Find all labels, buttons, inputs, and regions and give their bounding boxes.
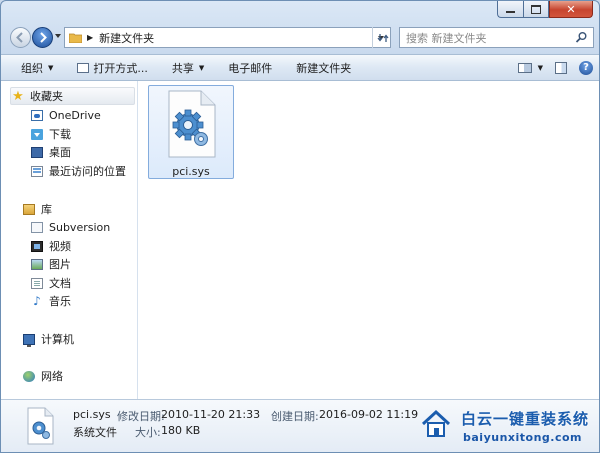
nav-item-label: 最近访问的位置 xyxy=(49,165,126,178)
back-button[interactable] xyxy=(10,27,31,48)
nav-item-label: 文档 xyxy=(49,277,71,290)
system-file-gear-icon xyxy=(168,90,216,158)
refresh-button[interactable] xyxy=(372,27,392,48)
downloads-icon xyxy=(31,128,43,140)
forward-arrow-icon xyxy=(40,32,47,43)
explorer-window: ✕ ▶ 新建文件夹 搜索 新建文件夹 组织 ▼ 打开方式... 共享 ▼ 电子邮… xyxy=(0,0,600,453)
search-box[interactable]: 搜索 新建文件夹 xyxy=(399,27,594,48)
command-bar: 组织 ▼ 打开方式... 共享 ▼ 电子邮件 新建文件夹 ▼ ? xyxy=(1,54,599,81)
watermark-url: baiyunxitong.com xyxy=(463,431,583,444)
nav-network[interactable]: 网络 xyxy=(23,367,63,385)
details-file-type: 系统文件 xyxy=(73,426,117,439)
star-icon: ★ xyxy=(12,88,24,104)
nav-item-label: OneDrive xyxy=(49,108,101,122)
nav-computer[interactable]: 计算机 xyxy=(23,330,74,348)
breadcrumb-separator-icon[interactable]: ▶ xyxy=(87,33,93,42)
minimize-icon xyxy=(506,10,515,13)
open-with-label: 打开方式... xyxy=(93,61,148,75)
watermark-title: 白云一键重装系统 xyxy=(461,410,590,428)
details-modified-label: 修改日期: xyxy=(117,410,165,423)
details-size-label: 大小: xyxy=(135,426,161,439)
view-options-dropdown-icon[interactable]: ▼ xyxy=(538,64,543,72)
nav-item-label: 音乐 xyxy=(49,295,71,308)
folder-icon xyxy=(68,32,83,44)
pictures-icon xyxy=(31,258,43,270)
nav-libraries[interactable]: 库 xyxy=(23,200,52,218)
email-label: 电子邮件 xyxy=(228,61,273,75)
nav-libraries-label: 库 xyxy=(41,203,52,216)
nav-item-downloads[interactable]: 下载 xyxy=(31,125,71,143)
nav-favorites[interactable]: ★ 收藏夹 xyxy=(10,87,135,105)
nav-item-label: 视频 xyxy=(49,240,71,253)
forward-button[interactable] xyxy=(32,27,53,48)
search-icon[interactable] xyxy=(575,31,588,44)
videos-icon xyxy=(31,240,43,252)
libraries-icon xyxy=(23,203,35,215)
nav-item-label: 图片 xyxy=(49,258,71,271)
documents-icon xyxy=(31,277,43,289)
recent-pages-dropdown[interactable] xyxy=(55,34,61,38)
back-arrow-icon xyxy=(16,32,23,43)
new-folder-label: 新建文件夹 xyxy=(296,61,352,75)
chevron-down-icon: ▼ xyxy=(198,63,205,72)
nav-item-label: 桌面 xyxy=(49,146,71,159)
preview-pane-icon[interactable] xyxy=(555,61,567,74)
nav-item-onedrive[interactable]: OneDrive xyxy=(31,106,101,124)
open-with-button[interactable]: 打开方式... xyxy=(63,55,158,80)
help-icon[interactable]: ? xyxy=(579,60,593,75)
file-item[interactable]: pci.sys xyxy=(148,85,234,179)
nav-favorites-label: 收藏夹 xyxy=(30,90,63,103)
email-button[interactable]: 电子邮件 xyxy=(214,55,282,80)
details-file-name: pci.sys xyxy=(73,408,111,421)
system-file-gear-icon xyxy=(27,407,54,445)
maximize-icon xyxy=(531,4,541,14)
onedrive-icon xyxy=(31,109,43,121)
details-modified-value: 2010-11-20 21:33 xyxy=(161,408,261,421)
refresh-icon xyxy=(376,33,389,42)
navigation-bar: ▶ 新建文件夹 搜索 新建文件夹 xyxy=(1,25,599,53)
network-icon xyxy=(23,370,35,382)
nav-item-label: Subversion xyxy=(49,220,111,234)
search-input[interactable]: 搜索 新建文件夹 xyxy=(406,30,487,46)
music-icon: ♪ xyxy=(33,293,41,308)
window-controls: ✕ xyxy=(497,1,593,19)
navigation-pane: ★ 收藏夹 OneDrive 下载 桌面 最近访问的位置 库 Subversio… xyxy=(1,81,138,399)
address-bar[interactable]: ▶ 新建文件夹 xyxy=(64,27,391,48)
maximize-button[interactable] xyxy=(523,1,549,18)
nav-item-videos[interactable]: 视频 xyxy=(31,237,71,255)
nav-item-label: 下载 xyxy=(49,128,71,141)
computer-icon xyxy=(23,333,35,347)
organize-menu[interactable]: 组织 ▼ xyxy=(1,55,63,80)
details-created-label: 创建日期: xyxy=(271,410,319,423)
share-menu[interactable]: 共享 ▼ xyxy=(158,55,214,80)
watermark-logo: 白云一键重装系统 baiyunxitong.com xyxy=(421,405,596,451)
nav-item-recent-places[interactable]: 最近访问的位置 xyxy=(31,162,126,180)
desktop-icon xyxy=(31,146,43,158)
view-controls: ▼ ? xyxy=(517,55,593,80)
nav-network-label: 网络 xyxy=(41,370,63,383)
open-with-icon xyxy=(77,62,90,73)
change-view-icon[interactable] xyxy=(517,62,532,73)
chevron-down-icon: ▼ xyxy=(48,63,54,72)
organize-label: 组织 xyxy=(21,61,43,75)
nav-item-subversion[interactable]: Subversion xyxy=(31,218,110,236)
nav-item-music[interactable]: ♪ 音乐 xyxy=(31,292,71,310)
recent-places-icon xyxy=(31,165,43,177)
close-icon: ✕ xyxy=(566,2,576,16)
subversion-icon xyxy=(31,221,43,233)
house-logo-icon xyxy=(421,409,451,437)
new-folder-button[interactable]: 新建文件夹 xyxy=(282,55,361,80)
nav-item-pictures[interactable]: 图片 xyxy=(31,255,71,273)
nav-item-documents[interactable]: 文档 xyxy=(31,274,71,292)
nav-item-desktop[interactable]: 桌面 xyxy=(31,143,71,161)
file-name: pci.sys xyxy=(172,165,210,178)
details-size-value: 180 KB xyxy=(161,424,201,437)
breadcrumb-current-folder[interactable]: 新建文件夹 xyxy=(99,30,154,46)
close-button[interactable]: ✕ xyxy=(549,1,593,18)
file-list[interactable]: pci.sys xyxy=(138,81,599,399)
minimize-button[interactable] xyxy=(497,1,523,18)
share-label: 共享 xyxy=(171,61,194,75)
details-created-value: 2016-09-02 11:19 xyxy=(319,408,419,421)
nav-computer-label: 计算机 xyxy=(41,333,74,346)
